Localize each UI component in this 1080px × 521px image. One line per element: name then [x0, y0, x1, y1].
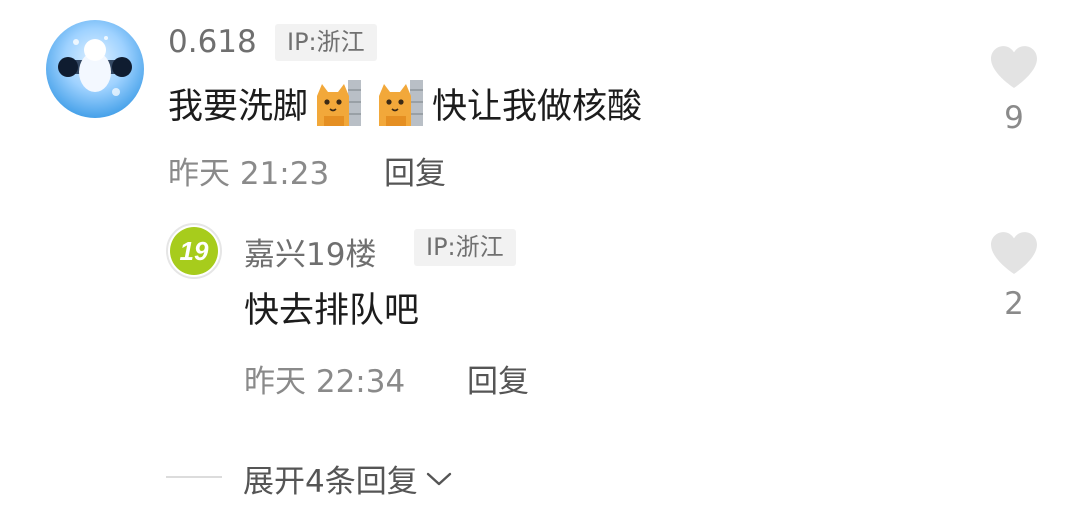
- reply-text: 快去排队吧: [244, 282, 419, 332]
- cat-peek-emoji-icon: [379, 80, 424, 126]
- like-count: 2: [1004, 286, 1024, 322]
- expand-divider: [166, 476, 222, 478]
- avatar-19-icon: 19: [170, 227, 218, 275]
- reply-button[interactable]: 回复: [467, 356, 529, 401]
- avatar-image-icon: [58, 36, 132, 96]
- reply-text-content: 快去排队吧: [244, 290, 420, 331]
- expand-replies-button[interactable]: 展开4条回复: [243, 456, 454, 501]
- reply-username[interactable]: 嘉兴19楼: [244, 229, 376, 274]
- avatar-19-text: 19: [180, 236, 209, 266]
- reply-timestamp: 昨天 22:34: [244, 364, 406, 400]
- comment-timestamp: 昨天 21:23: [168, 156, 330, 192]
- like-count: 9: [1004, 100, 1024, 136]
- like-button[interactable]: 2: [984, 230, 1044, 322]
- comment-text: 我要洗脚 快让我做核酸: [168, 76, 642, 130]
- comment-text-part1: 我要洗脚: [168, 86, 309, 127]
- comment-username[interactable]: 0.618: [168, 24, 257, 60]
- ip-location-badge: IP:浙江: [414, 229, 516, 266]
- heart-icon[interactable]: [988, 230, 1040, 276]
- like-button[interactable]: 9: [984, 44, 1044, 136]
- comment-text-part2: 快让我做核酸: [432, 86, 643, 127]
- cat-peek-emoji-icon: [317, 80, 362, 126]
- expand-replies-label[interactable]: 展开4条回复: [243, 456, 418, 501]
- heart-icon[interactable]: [988, 44, 1040, 90]
- ip-location-badge: IP:浙江: [275, 24, 377, 61]
- reply-button[interactable]: 回复: [384, 148, 446, 193]
- reply-avatar[interactable]: 19: [166, 223, 222, 279]
- avatar[interactable]: [46, 20, 144, 118]
- chevron-down-icon[interactable]: [424, 469, 454, 489]
